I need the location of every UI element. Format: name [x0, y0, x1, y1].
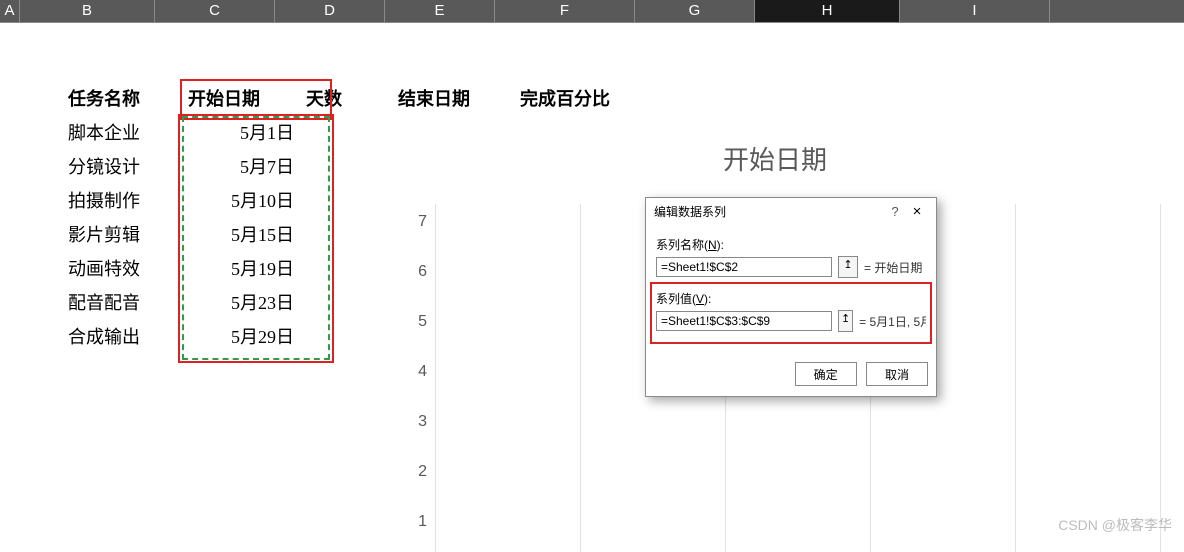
col-header-H[interactable]: H	[755, 0, 900, 22]
series-name-label: 系列名称(N):	[656, 236, 926, 253]
cancel-button[interactable]: 取消	[866, 362, 928, 386]
col-header-E[interactable]: E	[385, 0, 495, 22]
chart-axis-label: 1	[399, 513, 427, 531]
header-days[interactable]: 天数	[300, 81, 392, 115]
cell-task-name[interactable]: 拍摄制作	[62, 183, 182, 217]
cell-task-name[interactable]: 分镜设计	[62, 149, 182, 183]
cell-start-date[interactable]: 5月10日	[182, 183, 300, 217]
dialog-titlebar[interactable]: 编辑数据系列 ? ×	[646, 198, 936, 226]
column-header-row: A B C D E F G H I	[0, 0, 1184, 23]
chart-axis-label: 5	[399, 313, 427, 331]
col-header-A[interactable]: A	[0, 0, 20, 22]
worksheet-area[interactable]: 任务名称 开始日期 天数 结束日期 完成百分比 脚本企业 5月1日 分镜设计 5…	[0, 22, 1184, 541]
cell-start-date[interactable]: 5月23日	[182, 285, 300, 319]
col-header-G[interactable]: G	[635, 0, 755, 22]
red-highlight-series-value: 系列值(V): ↥ = 5月1日, 5月7日	[650, 282, 932, 344]
chart-title[interactable]: 开始日期	[380, 140, 1170, 177]
col-header-I[interactable]: I	[900, 0, 1050, 22]
watermark: CSDN @极客李华	[1058, 515, 1172, 535]
cell-start-date[interactable]: 5月19日	[182, 251, 300, 285]
header-start-date[interactable]: 开始日期	[182, 81, 300, 115]
chart-axis-label: 6	[399, 263, 427, 281]
col-header-F[interactable]: F	[495, 0, 635, 22]
series-value-input[interactable]	[656, 311, 832, 331]
header-end-date[interactable]: 结束日期	[392, 81, 514, 115]
series-name-preview: = 开始日期	[864, 259, 922, 276]
cell-start-date[interactable]: 5月29日	[182, 319, 300, 353]
col-header-D[interactable]: D	[275, 0, 385, 22]
cell-task-name[interactable]: 动画特效	[62, 251, 182, 285]
range-picker-button[interactable]: ↥	[838, 310, 853, 332]
header-percent[interactable]: 完成百分比	[514, 81, 646, 115]
cell-task-name[interactable]: 配音配音	[62, 285, 182, 319]
cell-task-name[interactable]: 合成输出	[62, 319, 182, 353]
series-value-preview: = 5月1日, 5月7日	[859, 313, 926, 330]
cell-task-name[interactable]: 影片剪辑	[62, 217, 182, 251]
series-value-label: 系列值(V):	[656, 290, 926, 307]
chart-axis-label: 4	[399, 363, 427, 381]
col-header-C[interactable]: C	[155, 0, 275, 22]
cell-task-name[interactable]: 脚本企业	[62, 115, 182, 149]
chart-axis-label: 3	[399, 413, 427, 431]
header-task-name[interactable]: 任务名称	[62, 81, 182, 115]
close-icon[interactable]: ×	[906, 198, 928, 226]
table-header-row: 任务名称 开始日期 天数 结束日期 完成百分比	[62, 81, 646, 115]
cell-start-date[interactable]: 5月1日	[182, 115, 300, 149]
edit-series-dialog: 编辑数据系列 ? × 系列名称(N): ↥ = 开始日期 系列值(V): ↥ =	[645, 197, 937, 397]
dialog-title-text: 编辑数据系列	[654, 198, 884, 226]
help-icon[interactable]: ?	[884, 198, 906, 226]
col-header-B[interactable]: B	[20, 0, 155, 22]
cell-start-date[interactable]: 5月7日	[182, 149, 300, 183]
chart-axis-label: 2	[399, 463, 427, 481]
range-picker-button[interactable]: ↥	[838, 256, 858, 278]
ok-button[interactable]: 确定	[795, 362, 857, 386]
cell-start-date[interactable]: 5月15日	[182, 217, 300, 251]
series-name-input[interactable]	[656, 257, 832, 277]
chart-axis-label: 7	[399, 213, 427, 231]
